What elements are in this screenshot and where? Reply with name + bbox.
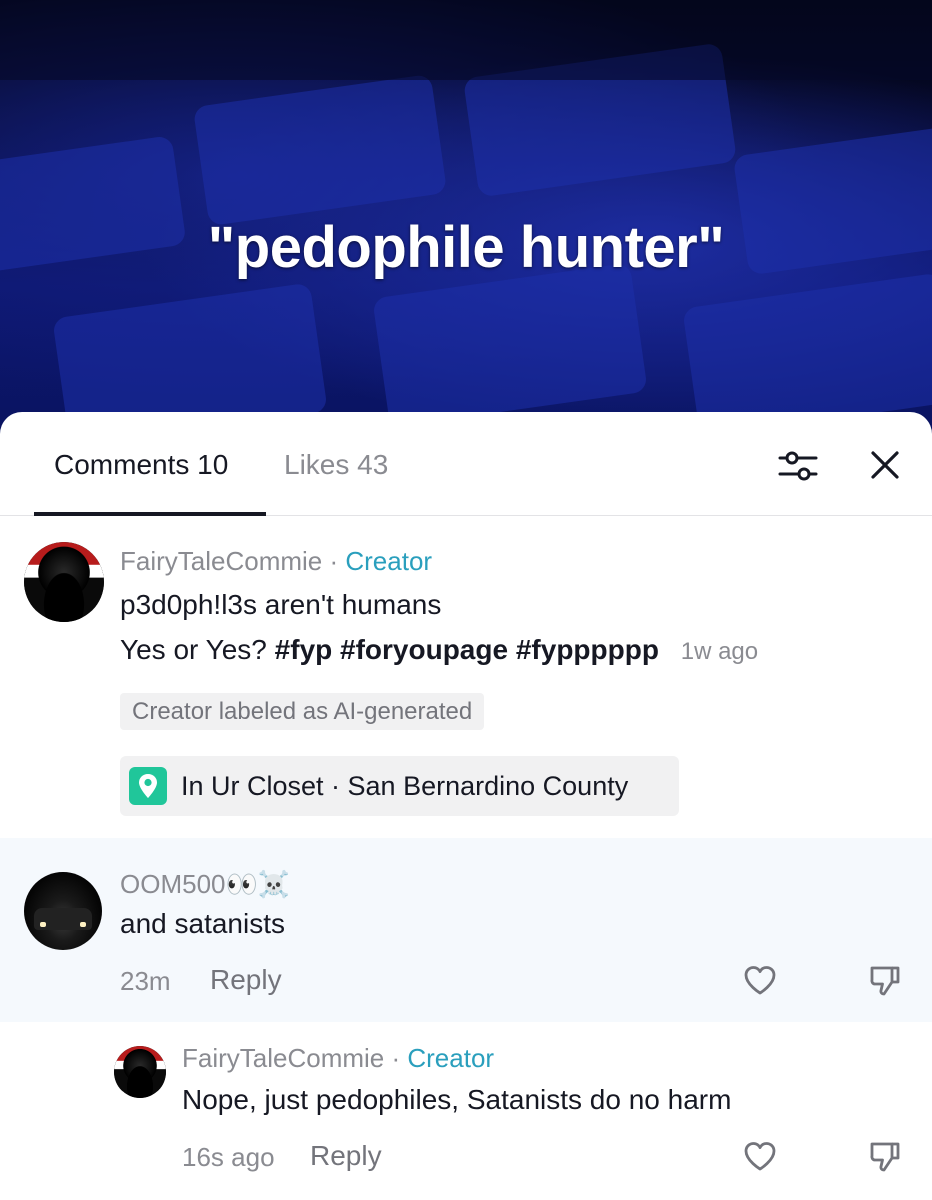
reply-button[interactable]: Reply bbox=[310, 1140, 382, 1172]
caption-body: Yes or Yes? bbox=[120, 634, 267, 665]
avatar[interactable] bbox=[24, 872, 102, 950]
thumbs-down-icon bbox=[870, 1142, 900, 1172]
dislike-button[interactable] bbox=[866, 1137, 904, 1175]
active-tab-indicator bbox=[34, 512, 266, 516]
hashtag-link[interactable]: #foryoupage bbox=[340, 634, 508, 665]
caption-text: Yes or Yes? #fyp #foryoupage #fypppppp 1… bbox=[120, 632, 758, 670]
keyboard-key-shape bbox=[192, 73, 448, 227]
hashtag-link[interactable]: #fyp bbox=[275, 634, 333, 665]
avatar-detail bbox=[80, 922, 86, 927]
thumbs-down-icon bbox=[870, 966, 900, 996]
video-player[interactable]: "pedophile hunter" bbox=[0, 0, 932, 440]
location-chip[interactable]: In Ur Closet · San Bernardino County bbox=[120, 756, 679, 816]
heart-icon bbox=[744, 966, 776, 995]
comment-text: and satanists bbox=[120, 908, 285, 939]
comments-sheet: Comments 10 Likes 43 FairyTaleCommie · C… bbox=[0, 412, 932, 1200]
avatar-image bbox=[24, 542, 104, 622]
like-button[interactable] bbox=[741, 961, 779, 999]
location-pin-icon bbox=[129, 767, 167, 805]
avatar-detail bbox=[40, 922, 46, 927]
username[interactable]: FairyTaleCommie bbox=[120, 546, 322, 576]
location-text: In Ur Closet · San Bernardino County bbox=[181, 771, 629, 801]
ai-generated-label: Creator labeled as AI-generated bbox=[120, 693, 485, 730]
filter-button[interactable] bbox=[776, 448, 820, 484]
close-button[interactable] bbox=[866, 446, 904, 484]
creator-badge: Creator bbox=[407, 1043, 495, 1073]
tab-likes[interactable]: Likes 43 bbox=[284, 448, 388, 482]
username[interactable]: FairyTaleCommie bbox=[182, 1043, 384, 1073]
tab-comments[interactable]: Comments 10 bbox=[54, 448, 228, 482]
dark-edge bbox=[0, 0, 932, 80]
heart-icon bbox=[744, 1142, 776, 1171]
caption-title: p3d0ph!l3s aren't humans bbox=[120, 589, 442, 620]
dislike-button[interactable] bbox=[866, 961, 904, 999]
video-caption-overlay: "pedophile hunter" bbox=[207, 215, 725, 280]
avatar[interactable] bbox=[114, 1046, 166, 1098]
creator-badge: Creator bbox=[345, 546, 433, 576]
comment-author-line: FairyTaleCommie · Creator bbox=[120, 545, 432, 577]
comment-text: Nope, just pedophiles, Satanists do no h… bbox=[182, 1084, 732, 1115]
timestamp: 16s ago bbox=[182, 1142, 275, 1172]
keyboard-key-shape bbox=[372, 262, 648, 428]
sheet-tabs: Comments 10 Likes 43 bbox=[0, 412, 932, 516]
timestamp: 1w ago bbox=[680, 638, 759, 665]
username[interactable]: OOM500👀☠️ bbox=[120, 868, 290, 900]
reply-button[interactable]: Reply bbox=[210, 964, 282, 996]
close-icon bbox=[871, 451, 899, 479]
screen: "pedophile hunter" Comments 10 Likes 43 bbox=[0, 0, 932, 1200]
like-button[interactable] bbox=[741, 1137, 779, 1175]
timestamp: 23m bbox=[120, 966, 171, 996]
separator: · bbox=[322, 546, 346, 576]
sliders-icon bbox=[778, 451, 818, 481]
hashtag-link[interactable]: #fypppppp bbox=[516, 634, 659, 665]
comment-author-line: FairyTaleCommie · Creator bbox=[182, 1042, 494, 1074]
avatar[interactable] bbox=[24, 542, 104, 622]
avatar-image bbox=[114, 1046, 166, 1098]
separator: · bbox=[384, 1043, 408, 1073]
